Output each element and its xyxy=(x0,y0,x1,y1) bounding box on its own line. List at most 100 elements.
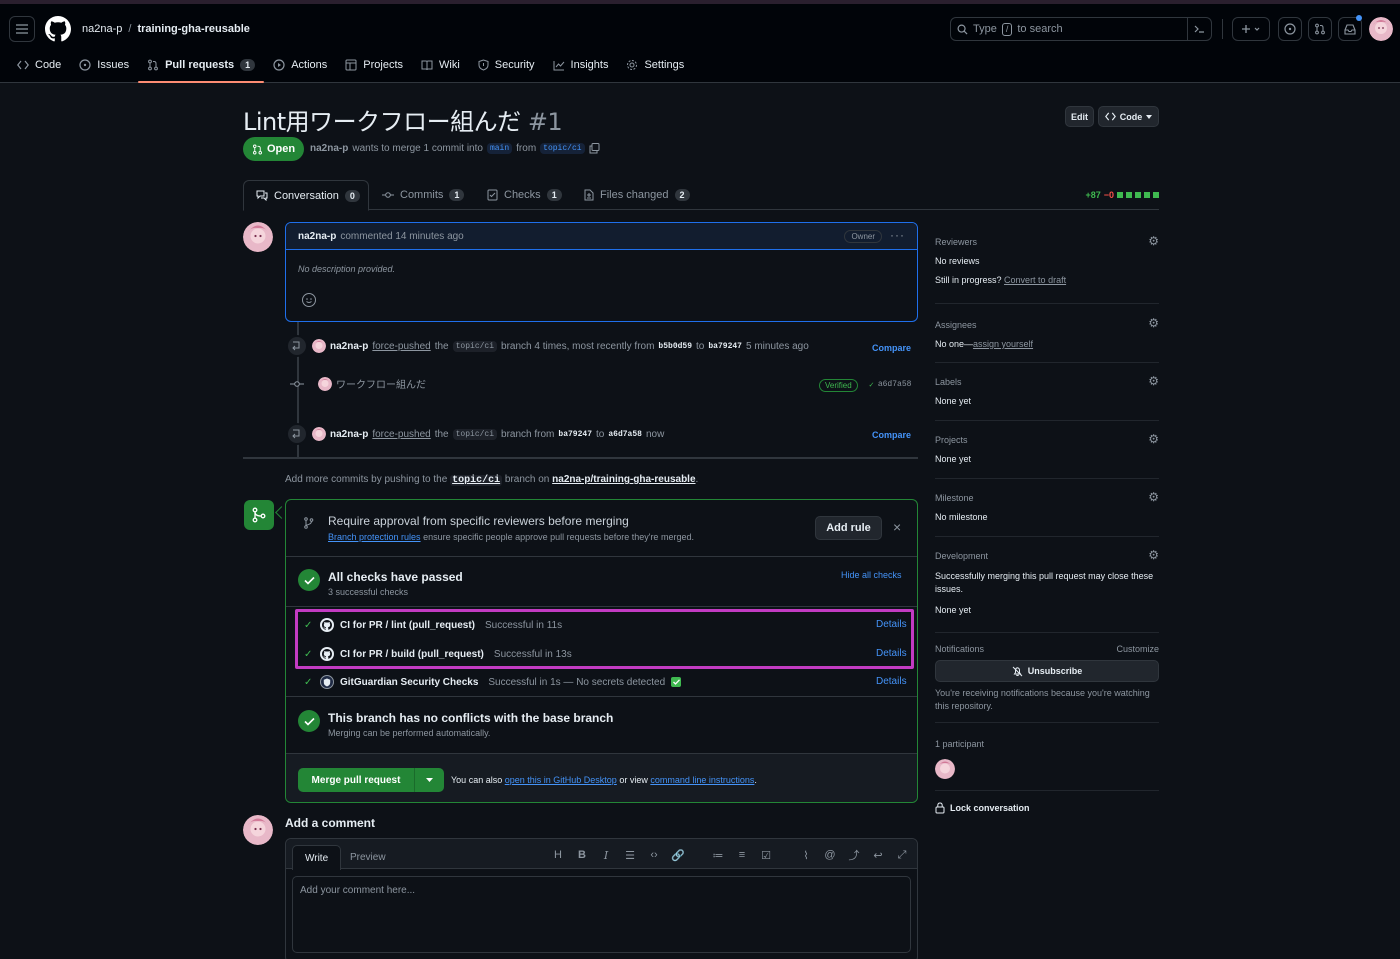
bold-icon[interactable]: B xyxy=(575,849,589,861)
hide-checks-link[interactable]: Hide all checks xyxy=(841,570,902,580)
tab-settings[interactable]: Settings xyxy=(617,56,693,74)
comment-meta[interactable]: commented 14 minutes ago xyxy=(340,231,463,242)
tab-pull-requests[interactable]: Pull requests 1 xyxy=(138,56,265,83)
tab-insights[interactable]: Insights xyxy=(544,56,618,74)
branch-protection-link[interactable]: Branch protection rules xyxy=(328,532,421,542)
event-time[interactable]: 5 minutes ago xyxy=(746,341,809,352)
force-pushed-link[interactable]: force-pushed xyxy=(372,341,430,352)
projects-label[interactable]: Projects xyxy=(935,435,968,445)
mention-icon[interactable]: @ xyxy=(823,849,837,861)
heading-icon[interactable]: H xyxy=(551,849,565,861)
pr-author-link[interactable]: na2na-p xyxy=(310,143,348,154)
code-icon[interactable]: ‹› xyxy=(647,849,661,861)
pull-requests-button[interactable] xyxy=(1308,17,1332,41)
add-more-branch[interactable]: topic/ci xyxy=(450,475,503,486)
comment-textarea[interactable]: Add your comment here... xyxy=(292,876,911,953)
menu-button[interactable] xyxy=(9,16,35,42)
add-rule-button[interactable]: Add rule xyxy=(815,516,882,540)
create-new-button[interactable] xyxy=(1232,17,1270,41)
list-unordered-icon[interactable]: ≡ xyxy=(735,849,749,861)
command-line-link[interactable]: command line instructions xyxy=(650,775,754,785)
gear-icon[interactable]: ⚙ xyxy=(1148,234,1159,248)
smiley-icon[interactable] xyxy=(302,293,316,307)
to-sha[interactable]: ba79247 xyxy=(708,342,742,351)
github-desktop-link[interactable]: open this in GitHub Desktop xyxy=(505,775,617,785)
tab-projects[interactable]: Projects xyxy=(336,56,412,74)
italic-icon[interactable]: I xyxy=(599,849,613,862)
merge-pull-request-button[interactable]: Merge pull request xyxy=(298,768,415,792)
code-dropdown-button[interactable]: Code xyxy=(1098,106,1159,127)
convert-to-draft-link[interactable]: Convert to draft xyxy=(1004,275,1066,285)
write-tab[interactable]: Write xyxy=(292,845,342,870)
avatar[interactable] xyxy=(318,376,332,391)
preview-tab[interactable]: Preview xyxy=(338,845,398,870)
avatar[interactable] xyxy=(243,222,273,252)
from-sha[interactable]: ba79247 xyxy=(558,430,592,439)
avatar[interactable] xyxy=(312,339,326,353)
head-branch[interactable]: topic/ci xyxy=(540,143,585,154)
event-user[interactable]: na2na-p xyxy=(330,429,368,440)
check-row[interactable]: ✓ GitGuardian Security Checks Successful… xyxy=(304,675,682,689)
tab-conversation[interactable]: Conversation 0 xyxy=(243,180,369,211)
compare-link[interactable]: Compare xyxy=(872,343,911,353)
tab-commits[interactable]: Commits 1 xyxy=(382,180,465,210)
comment-author[interactable]: na2na-p xyxy=(298,231,336,242)
from-sha[interactable]: b5b0d59 xyxy=(658,342,692,351)
event-user[interactable]: na2na-p xyxy=(330,341,368,352)
copy-icon[interactable] xyxy=(589,143,600,154)
base-branch[interactable]: main xyxy=(486,143,513,154)
reviewers-label[interactable]: Reviewers xyxy=(935,237,977,247)
tab-checks[interactable]: Checks 1 xyxy=(487,180,562,210)
check-icon[interactable]: ✓ xyxy=(869,380,874,390)
user-avatar[interactable] xyxy=(1369,17,1393,41)
tab-files-changed[interactable]: Files changed 2 xyxy=(584,180,690,210)
gear-icon[interactable]: ⚙ xyxy=(1148,490,1159,504)
commit-message[interactable]: ワークフロー組んだ xyxy=(336,376,426,391)
gear-icon[interactable]: ⚙ xyxy=(1148,548,1159,562)
development-label[interactable]: Development xyxy=(935,551,988,561)
milestone-label[interactable]: Milestone xyxy=(935,493,974,503)
tasklist-icon[interactable]: ☑ xyxy=(759,849,773,862)
fullscreen-icon[interactable]: ⤢ xyxy=(895,849,909,862)
verified-badge[interactable]: Verified xyxy=(819,379,858,392)
compare-link[interactable]: Compare xyxy=(872,430,911,440)
paperclip-icon[interactable]: ⌇ xyxy=(799,849,813,862)
add-more-repo[interactable]: na2na-p/training-gha-reusable xyxy=(552,474,695,485)
cross-reference-icon[interactable]: ⤴ xyxy=(847,847,861,863)
tab-security[interactable]: Security xyxy=(469,56,544,74)
breadcrumb-repo[interactable]: training-gha-reusable xyxy=(137,23,249,35)
force-pushed-link[interactable]: force-pushed xyxy=(372,429,430,440)
gear-icon[interactable]: ⚙ xyxy=(1148,316,1159,330)
event-time[interactable]: now xyxy=(646,429,664,440)
avatar[interactable] xyxy=(243,815,273,845)
event-branch[interactable]: topic/ci xyxy=(452,340,498,352)
breadcrumb-owner[interactable]: na2na-p xyxy=(82,23,122,35)
command-palette-button[interactable] xyxy=(1187,18,1211,40)
close-icon[interactable]: × xyxy=(893,519,901,535)
labels-label[interactable]: Labels xyxy=(935,377,962,387)
search-input[interactable]: Type / to search xyxy=(950,17,1212,41)
tab-issues[interactable]: Issues xyxy=(70,56,138,74)
list-ordered-icon[interactable]: ≔ xyxy=(711,849,725,862)
gear-icon[interactable]: ⚙ xyxy=(1148,374,1159,388)
details-link[interactable]: Details xyxy=(876,676,907,687)
kebab-horizontal-icon[interactable]: ··· xyxy=(890,228,905,242)
assignees-label[interactable]: Assignees xyxy=(935,320,977,330)
avatar[interactable] xyxy=(312,427,326,441)
tab-actions[interactable]: Actions xyxy=(264,56,336,74)
lock-conversation-button[interactable]: Lock conversation xyxy=(935,802,1030,814)
commit-sha[interactable]: a6d7a58 xyxy=(878,380,912,390)
quote-icon[interactable]: ☰ xyxy=(623,849,637,862)
merge-method-dropdown[interactable] xyxy=(415,768,444,792)
reply-icon[interactable]: ↩ xyxy=(871,849,885,862)
tab-wiki[interactable]: Wiki xyxy=(412,56,469,74)
tab-code[interactable]: Code xyxy=(8,56,70,74)
gear-icon[interactable]: ⚙ xyxy=(1148,432,1159,446)
assign-yourself-link[interactable]: assign yourself xyxy=(973,339,1033,349)
customize-link[interactable]: Customize xyxy=(1116,644,1159,654)
to-sha[interactable]: a6d7a58 xyxy=(608,430,642,439)
issues-button[interactable] xyxy=(1278,17,1302,41)
avatar[interactable] xyxy=(935,759,955,779)
event-branch[interactable]: topic/ci xyxy=(452,428,498,440)
github-logo[interactable] xyxy=(45,16,71,42)
